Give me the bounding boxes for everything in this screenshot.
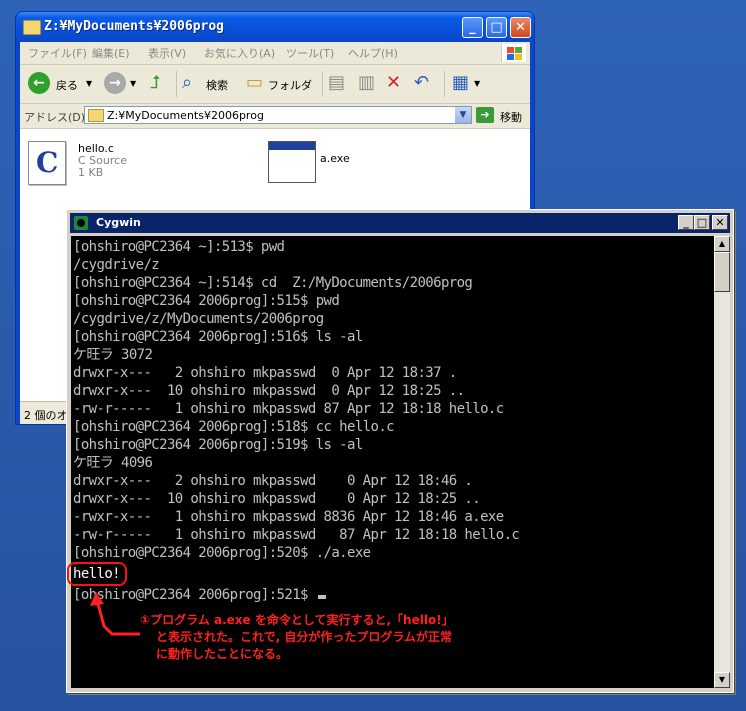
annotation-text: ①プログラム a.exe を命令として実行すると,「hello!」 と表示された… — [140, 612, 454, 663]
annotation-line-3: に動作したことになる。 — [156, 647, 289, 661]
annotation-line-2: と表示された。これで, 自分が作ったプログラムが正常 — [156, 630, 453, 644]
annotation-arrow-icon — [90, 592, 140, 636]
annotation-line-1: ①プログラム a.exe を命令として実行すると,「hello!」 — [140, 613, 454, 627]
